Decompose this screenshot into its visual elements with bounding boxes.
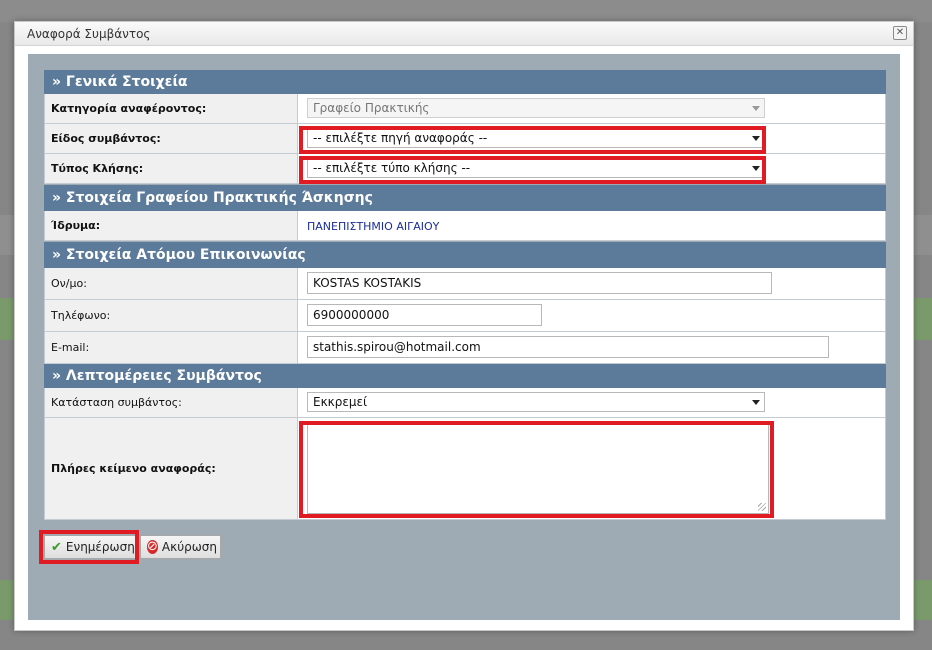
reporter-category-label: Κατηγορία αναφέροντος: bbox=[45, 94, 298, 123]
status-label: Κατάσταση συμβάντος: bbox=[45, 388, 298, 417]
contact-name-label: Ον/μο: bbox=[45, 268, 298, 299]
check-icon: ✔ bbox=[51, 539, 62, 555]
row-call-type: Τύπος Κλήσης: -- επιλέξτε τύπο κλήσης -- bbox=[44, 154, 886, 184]
cancel-button[interactable]: ⊘ Ακύρωση bbox=[140, 535, 221, 559]
incident-type-cell: -- επιλέξτε πηγή αναφοράς -- bbox=[299, 124, 885, 153]
row-contact-name: Ον/μο: KOSTAS KOSTAKIS bbox=[44, 268, 886, 300]
update-button-label: Ενημέρωση bbox=[65, 540, 135, 554]
row-full-text: Πλήρες κείμενο αναφοράς: bbox=[44, 418, 886, 520]
institution-label: Ίδρυμα: bbox=[45, 211, 298, 240]
cancel-button-label: Ακύρωση bbox=[161, 540, 218, 554]
reporter-category-select[interactable]: Γραφείο Πρακτικής bbox=[307, 98, 765, 118]
call-type-value: -- επιλέξτε τύπο κλήσης -- bbox=[313, 161, 471, 175]
contact-name-input[interactable]: KOSTAS KOSTAKIS bbox=[307, 272, 772, 294]
chevron-down-icon bbox=[752, 136, 760, 141]
full-text-label: Πλήρες κείμενο αναφοράς: bbox=[45, 418, 298, 519]
institution-value: ΠΑΝΕΠΙΣΤΗΜΙΟ ΑΙΓΑΙΟΥ bbox=[307, 220, 440, 233]
bg-header bbox=[0, 0, 932, 22]
row-email: E-mail: stathis.spirou@hotmail.com bbox=[44, 332, 886, 364]
dialog-title: Αναφορά Συμβάντος bbox=[27, 27, 151, 41]
cancel-icon: ⊘ bbox=[147, 539, 158, 554]
row-incident-type: Είδος συμβάντος: -- επιλέξτε πηγή αναφορ… bbox=[44, 124, 886, 154]
reporter-category-value: Γραφείο Πρακτικής bbox=[313, 101, 430, 115]
incident-type-select[interactable]: -- επιλέξτε πηγή αναφοράς -- bbox=[307, 128, 765, 148]
phone-cell: 6900000000 bbox=[299, 300, 885, 331]
call-type-cell: -- επιλέξτε τύπο κλήσης -- bbox=[299, 154, 885, 183]
row-institution: Ίδρυμα: ΠΑΝΕΠΙΣΤΗΜΙΟ ΑΙΓΑΙΟΥ bbox=[44, 211, 886, 241]
chevron-down-icon bbox=[752, 400, 760, 405]
email-cell: stathis.spirou@hotmail.com bbox=[299, 332, 885, 363]
phone-input[interactable]: 6900000000 bbox=[307, 304, 542, 326]
incident-type-label: Είδος συμβάντος: bbox=[45, 124, 298, 153]
call-type-label: Τύπος Κλήσης: bbox=[45, 154, 298, 183]
row-phone: Τηλέφωνο: 6900000000 bbox=[44, 300, 886, 332]
chevron-down-icon bbox=[752, 166, 760, 171]
full-text-cell bbox=[299, 418, 885, 519]
call-type-select[interactable]: -- επιλέξτε τύπο κλήσης -- bbox=[307, 158, 765, 178]
status-cell: Εκκρεμεί bbox=[299, 388, 885, 417]
section-header-details: » Λεπτομέρειες Συμβάντος bbox=[44, 364, 886, 388]
email-input[interactable]: stathis.spirou@hotmail.com bbox=[307, 336, 829, 358]
status-select[interactable]: Εκκρεμεί bbox=[307, 392, 765, 412]
resize-grip-icon[interactable] bbox=[758, 503, 766, 511]
full-text-textarea[interactable] bbox=[307, 424, 769, 514]
dialog-content: » Γενικά Στοιχεία Κατηγορία αναφέροντος:… bbox=[28, 54, 900, 620]
chevron-down-icon bbox=[752, 106, 760, 111]
close-icon[interactable]: ✕ bbox=[893, 26, 907, 40]
incident-type-value: -- επιλέξτε πηγή αναφοράς -- bbox=[313, 131, 488, 145]
institution-cell: ΠΑΝΕΠΙΣΤΗΜΙΟ ΑΙΓΑΙΟΥ bbox=[299, 211, 885, 240]
section-header-contact: » Στοιχεία Ατόμου Επικοινωνίας bbox=[44, 242, 886, 268]
row-reporter-category: Κατηγορία αναφέροντος: Γραφείο Πρακτικής bbox=[44, 94, 886, 124]
phone-label: Τηλέφωνο: bbox=[45, 300, 298, 331]
email-label: E-mail: bbox=[45, 332, 298, 363]
reporter-category-cell: Γραφείο Πρακτικής bbox=[299, 94, 885, 123]
section-header-general: » Γενικά Στοιχεία bbox=[44, 70, 886, 94]
status-value: Εκκρεμεί bbox=[313, 395, 368, 409]
contact-name-cell: KOSTAS KOSTAKIS bbox=[299, 268, 885, 299]
row-status: Κατάσταση συμβάντος: Εκκρεμεί bbox=[44, 388, 886, 418]
section-header-office: » Στοιχεία Γραφείου Πρακτικής Άσκησης bbox=[44, 185, 886, 211]
update-button[interactable]: ✔ Ενημέρωση bbox=[44, 535, 137, 559]
incident-report-dialog: Αναφορά Συμβάντος ✕ » Γενικά Στοιχεία Κα… bbox=[14, 21, 914, 631]
dialog-titlebar[interactable]: Αναφορά Συμβάντος ✕ bbox=[15, 22, 913, 46]
